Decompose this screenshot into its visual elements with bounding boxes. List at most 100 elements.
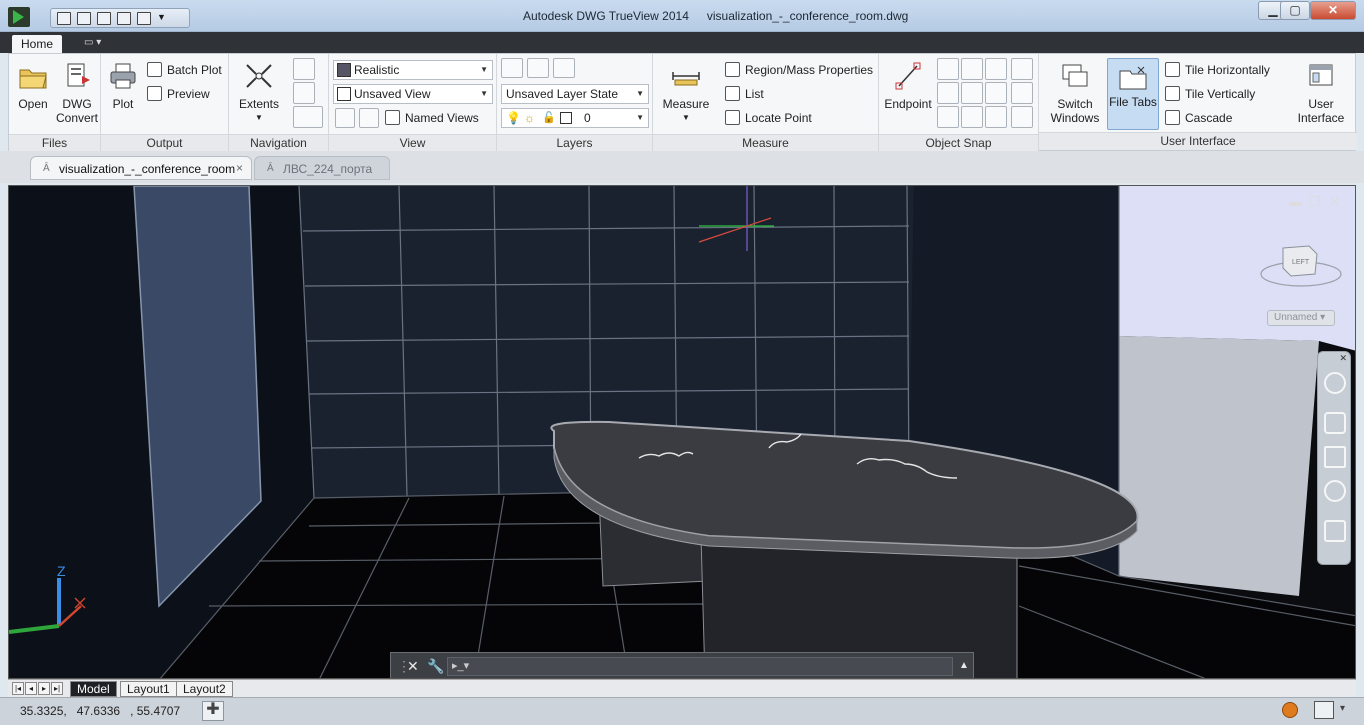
cascade-button[interactable]: Cascade [1165,110,1232,125]
dwg-convert-icon [67,63,90,87]
command-input[interactable]: ▸_▾ [447,657,953,676]
prev-layout-icon[interactable]: ◂ [25,682,37,695]
viewport-close-icon[interactable]: ✕ [1329,194,1340,210]
3d-views-icon[interactable] [359,108,379,128]
notification-icon[interactable] [1282,702,1298,718]
tab-model[interactable]: Model [70,681,117,697]
doc-tab-lvs[interactable]: Ā ЛВС_224_порта [254,156,390,180]
next-layout-icon[interactable]: ▸ [38,682,50,695]
app-menu-icon[interactable] [8,7,30,27]
endpoint-label: Endpoint [884,97,932,111]
user-interface-button[interactable]: User Interface [1291,62,1351,125]
region-mass-properties-button[interactable]: Region/Mass Properties [725,62,873,77]
ribbon-minimize-toggle-icon[interactable]: ▭ ▾ [84,36,114,50]
first-layout-icon[interactable]: |◂ [12,682,24,695]
doc-tab-conference-room[interactable]: Ā visualization_-_conference_room × [30,156,252,180]
last-layout-icon[interactable]: ▸| [51,682,63,695]
scene-render: Z LEFT [9,186,1355,678]
clean-screen-icon[interactable] [1314,701,1334,719]
center-snap-icon[interactable] [937,82,959,104]
extension-snap-icon[interactable] [1011,58,1033,80]
showmotion-icon[interactable] [1324,520,1346,542]
status-menu-icon[interactable]: ▾ [1340,703,1345,714]
tangent-snap-icon[interactable] [985,82,1007,104]
customize-icon[interactable]: 🔧 [427,658,444,675]
open-button[interactable]: Open [13,62,53,111]
extents-dropdown-icon[interactable]: ▼ [237,111,281,125]
layer-properties-icon[interactable] [501,58,523,78]
layer-color-icon [560,112,572,124]
preview-button[interactable]: Preview [147,86,210,101]
tile-horizontally-button[interactable]: Tile Horizontally [1165,62,1270,77]
orbit-icon[interactable] [293,82,315,104]
preview-icon[interactable] [137,11,151,25]
saved-view-dropdown[interactable]: Unsaved View [333,84,493,104]
dwg-convert-button[interactable]: DWG Convert [55,62,99,125]
plot-icon[interactable] [97,11,111,25]
layer-state-dropdown[interactable]: Unsaved Layer State [501,84,649,104]
folder-icon [19,69,47,89]
batch-plot-icon[interactable] [117,11,131,25]
dwg-convert-label-2: Convert [55,111,99,125]
ucs-menu-value: Unnamed [1274,312,1318,323]
tab-layout2[interactable]: Layout2 [176,681,233,697]
switch-windows-button[interactable]: Switch Windows [1045,62,1105,125]
doc-tab-label: visualization_-_conference_room [59,162,236,176]
layer-dropdown[interactable]: 💡 ☼ 🔓 0 [501,108,649,128]
maximize-button[interactable]: ▢ [1280,1,1310,20]
open-icon[interactable] [57,11,71,25]
measure-button[interactable]: Measure ▼ [661,62,711,125]
add-icon[interactable]: ✚ [202,701,224,721]
quadrant-snap-icon[interactable] [961,82,983,104]
batch-plot-button[interactable]: Batch Plot [147,62,222,77]
file-tabs-button[interactable]: File Tabs [1107,58,1159,130]
tile-vertically-label: Tile Vertically [1185,86,1256,101]
make-current-icon[interactable] [553,58,575,78]
extents-label: Extents [238,97,280,111]
view-manager-icon[interactable] [335,108,355,128]
list-button[interactable]: List [725,86,764,101]
locate-point-button[interactable]: Locate Point [725,110,812,125]
qat-dropdown-icon[interactable]: ▼ [157,12,171,25]
parallel-snap-icon[interactable] [961,106,983,128]
ucs-menu[interactable]: Unnamed ▾ [1267,310,1335,326]
file-tabs-icon [1119,66,1147,90]
navigation-panel: Extents ▼ Navigation [229,54,329,152]
pan-icon[interactable] [293,58,315,80]
nearest-snap-icon[interactable] [985,106,1007,128]
clear-snaps-icon[interactable] [1011,106,1033,128]
tab-home[interactable]: Home [12,35,62,53]
zoom-extents-button[interactable]: Extents ▼ [237,62,281,125]
close-button[interactable]: ✕ [1310,1,1356,20]
zoom-extents-icon[interactable] [1324,446,1346,468]
viewport-maximize-icon[interactable]: ❐ [1309,194,1321,210]
command-history-icon[interactable]: ▲ [959,660,969,671]
close-command-line-icon[interactable]: ✕ [407,658,419,675]
dwg-convert-label-1: DWG [62,97,92,111]
endpoint-button[interactable]: Endpoint [881,62,935,111]
visual-style-dropdown[interactable]: Realistic [333,60,493,80]
tab-layout1[interactable]: Layout1 [120,681,177,697]
node-snap-icon[interactable] [1011,82,1033,104]
orbit-icon[interactable] [1324,480,1346,502]
intersection-snap-icon[interactable] [961,58,983,80]
view-cube-menu-icon[interactable] [293,106,323,128]
ucs-z-label: Z [57,563,66,579]
layer-on-icon: 💡 [506,111,521,125]
close-tab-icon[interactable]: × [236,161,243,175]
tile-vertically-button[interactable]: Tile Vertically [1165,86,1255,101]
steering-wheel-icon[interactable] [1324,372,1346,394]
plot-button[interactable]: Plot [105,62,141,111]
measure-dropdown-icon[interactable]: ▼ [661,111,711,125]
midpoint-snap-icon[interactable] [937,58,959,80]
pan-icon[interactable] [1324,412,1346,434]
named-views-button[interactable]: Named Views [385,110,479,125]
apparent-intersection-snap-icon[interactable] [985,58,1007,80]
navbar-close-icon[interactable]: ✕ [1339,353,1347,364]
layer-states-icon[interactable] [527,58,549,78]
viewport-minimize-icon[interactable]: ▬ [1289,194,1302,209]
perpendicular-snap-icon[interactable] [937,106,959,128]
save-as-pdf-icon[interactable] [77,11,91,25]
drawing-viewport[interactable]: Z LEFT ▬ ❐ ✕ Unnamed ▾ ✕ ⋮ ✕ 🔧 ▸_▾ ▲ [8,185,1356,679]
locate-point-label: Locate Point [745,110,812,125]
